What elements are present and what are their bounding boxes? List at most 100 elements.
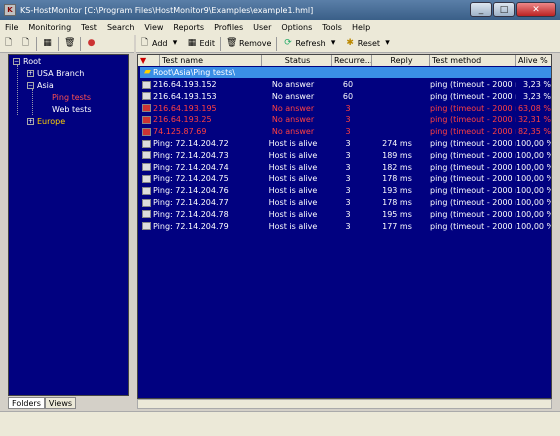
color-button[interactable]: ● [83, 36, 100, 52]
test-name-label: Ping: 72.14.204.77 [153, 198, 229, 207]
column-header-status[interactable]: Status [262, 55, 332, 66]
menu-bar: File Monitoring Test Search View Reports… [0, 20, 560, 35]
menu-profiles[interactable]: Profiles [209, 23, 248, 32]
recurrences-cell: 3 [345, 221, 351, 231]
edit-label: Edit [199, 39, 216, 48]
table-row[interactable]: Ping: 72.14.204.72 Host is alive 3 274 ms pi… [138, 138, 551, 149]
test-status-icon [142, 198, 151, 207]
menu-help[interactable]: Help [347, 23, 375, 32]
tree-tabs: Folders Views [8, 397, 77, 409]
table-row[interactable]: Ping: 72.14.204.73 Host is alive 3 189 ms pi… [138, 150, 551, 161]
tab-views[interactable]: Views [44, 397, 77, 409]
reply-cell: 274 ms [382, 139, 412, 148]
recurrences-cell: 3 [345, 139, 351, 148]
menu-tools[interactable]: Tools [317, 23, 347, 32]
status-cell: Host is alive [268, 198, 318, 207]
table-row[interactable]: Ping: 72.14.204.79 Host is alive 3 177 ms pi… [138, 221, 552, 232]
menu-reports[interactable]: Reports [168, 23, 209, 32]
test-status-icon [142, 104, 151, 113]
test-name-label: Ping: 72.14.204.72 [153, 139, 229, 148]
collapse-icon[interactable]: − [27, 82, 34, 89]
recurrences-cell: 60 [342, 80, 354, 89]
add-button[interactable]: 🗋 Add ▾ [136, 36, 184, 52]
tree-item-asia[interactable]: − Asia [27, 81, 54, 90]
menu-monitoring[interactable]: Monitoring [23, 23, 76, 32]
table-row[interactable]: 74.125.87.69 No answer 3 ping (timeout - 20… [138, 126, 551, 137]
folder-icon: ▰ [144, 67, 151, 77]
menu-file[interactable]: File [0, 23, 23, 32]
tree-item-ping-tests[interactable]: Ping tests [52, 93, 91, 102]
test-name-label: 216.64.193.152 [153, 80, 217, 89]
remove-button[interactable]: 🗑 Remove [223, 36, 274, 52]
table-row[interactable]: Ping: 72.14.204.77 Host is alive 3 178 ms pi… [138, 197, 551, 208]
column-header-recurrences[interactable]: Recurre... [332, 55, 372, 66]
menu-view[interactable]: View [139, 23, 168, 32]
edit-icon: ▦ [187, 38, 197, 48]
tree-item-label: USA Branch [37, 69, 85, 78]
menu-search[interactable]: Search [102, 23, 139, 32]
horizontal-scrollbar[interactable] [137, 399, 552, 409]
toolbar-separator [36, 36, 37, 51]
alive-cell: 82,35 % [517, 127, 551, 137]
recurrences-cell: 3 [345, 103, 351, 113]
column-header-flag[interactable]: ▼ [138, 55, 160, 66]
tab-folders[interactable]: Folders [8, 397, 45, 409]
column-header-alive[interactable]: Alive % [516, 55, 551, 66]
tree-item-europe[interactable]: + Europe [27, 117, 65, 126]
alive-cell: 100,00 % [516, 174, 552, 184]
status-cell: Host is alive [268, 186, 318, 196]
table-row[interactable]: 216.64.193.153 No answer 60 ping (timeout -… [138, 91, 551, 102]
add-label: Add [152, 39, 168, 48]
column-header-method[interactable]: Test method [430, 55, 516, 66]
table-row[interactable]: Ping: 72.14.204.76 Host is alive 3 193 ms pi… [138, 185, 551, 196]
collapse-icon[interactable]: − [13, 58, 20, 65]
reset-button[interactable]: ✱ Reset ▾ [342, 36, 396, 52]
reply-cell: 193 ms [382, 186, 412, 196]
trash-icon: 🗑 [64, 38, 76, 48]
status-cell: No answer [271, 103, 315, 113]
test-name-cell: Ping: 72.14.204.77 [138, 197, 258, 208]
column-header-name[interactable]: Test name [160, 55, 262, 66]
table-row[interactable]: 216.64.193.152 No answer 60 ping (timeout -… [138, 79, 551, 90]
close-button[interactable]: ✕ [516, 2, 556, 17]
test-name-label: Ping: 72.14.204.79 [153, 221, 229, 231]
expand-icon[interactable]: + [27, 118, 34, 125]
delete-folder-button[interactable]: 🗑 [61, 36, 78, 52]
minimize-button[interactable]: _ [470, 2, 492, 17]
menu-user[interactable]: User [248, 23, 276, 32]
tree-item-label: Web tests [52, 105, 92, 114]
reply-cell: 189 ms [382, 150, 412, 160]
table-row[interactable]: 216.64.193.195 No answer 3 ping (timeout - … [138, 103, 551, 114]
alive-cell: 3,23 % [523, 80, 551, 89]
menu-test[interactable]: Test [76, 23, 102, 32]
table-row[interactable]: 216.64.193.25 No answer 3 ping (timeout - 2… [138, 114, 551, 125]
test-name-label: 74.125.87.69 [153, 127, 207, 137]
tree-item-usa-branch[interactable]: + USA Branch [27, 69, 84, 78]
test-name-label: Ping: 72.14.204.78 [153, 209, 229, 219]
new-folder-button[interactable]: 🗋 [0, 36, 17, 52]
folder-properties-button[interactable]: ▦ [39, 36, 56, 52]
expand-icon[interactable]: + [27, 70, 34, 77]
status-cell: No answer [271, 127, 315, 137]
table-row[interactable]: Ping: 72.14.204.78 Host is alive 3 195 ms pi… [138, 209, 551, 220]
status-cell: No answer [271, 91, 315, 101]
menu-options[interactable]: Options [276, 23, 317, 32]
test-list[interactable]: ▼ Test name Status Recurre... Reply Test… [137, 54, 552, 399]
maximize-button[interactable]: □ [493, 2, 515, 17]
tree-item-root[interactable]: − Root [13, 57, 41, 66]
test-name-cell: Ping: 72.14.204.79 [138, 221, 258, 232]
folder-tree[interactable]: − Root + USA Branch − Asia Ping tests We… [8, 54, 129, 396]
properties-icon: ▦ [43, 38, 52, 48]
reset-icon: ✱ [346, 38, 354, 48]
new-subfolder-button[interactable]: 🗋 [17, 36, 34, 52]
column-header-reply[interactable]: Reply [372, 55, 430, 66]
table-row[interactable]: Ping: 72.14.204.74 Host is alive 3 182 ms pi… [138, 162, 551, 173]
alive-cell: 100,00 % [516, 221, 552, 231]
table-row[interactable]: Ping: 72.14.204.75 Host is alive 3 178 ms pi… [138, 173, 552, 184]
method-cell: ping (timeout - 2000 ms) [430, 221, 516, 231]
edit-button[interactable]: ▦ Edit [184, 36, 219, 52]
group-folder-row[interactable]: ▰ Root\Asia\Ping tests\ [140, 67, 551, 78]
refresh-button[interactable]: ⟳ Refresh ▾ [279, 36, 341, 52]
tree-item-web-tests[interactable]: Web tests [52, 105, 92, 114]
tree-line [32, 89, 33, 115]
